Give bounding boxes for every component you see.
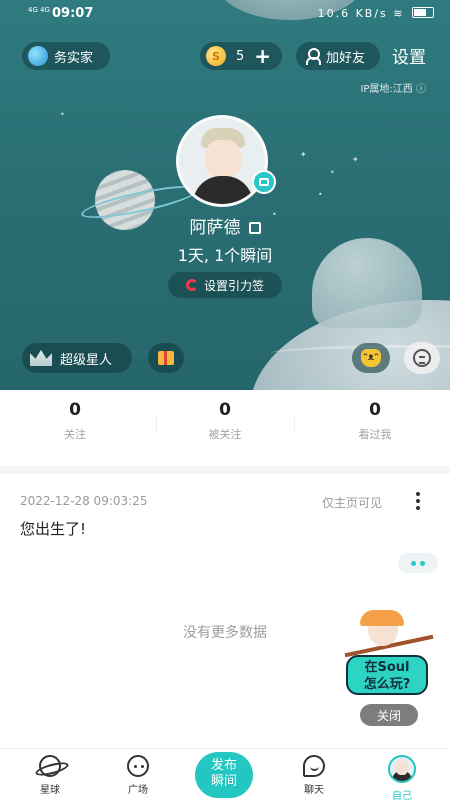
- nav-label: 聊天: [304, 785, 324, 796]
- nav-item-square[interactable]: 广场: [108, 755, 168, 796]
- crown-icon: [30, 350, 52, 366]
- stat-value: 0: [219, 400, 231, 420]
- stat-label: 关注: [64, 428, 86, 441]
- nav-item-planet[interactable]: 星球: [20, 755, 80, 796]
- coin-stack-icon: [413, 349, 431, 367]
- add-friend-button[interactable]: 加好友: [296, 42, 380, 70]
- promo-line2: 怎么玩?: [363, 677, 411, 692]
- publish-line2: 瞬间: [210, 774, 237, 789]
- battery-icon: [412, 7, 434, 18]
- profile-summary: 1天, 1个瞬间: [177, 246, 273, 265]
- nav-item-chat[interactable]: 聊天: [284, 755, 344, 796]
- stat-value: 0: [369, 400, 381, 420]
- star-decoration: ✦: [352, 155, 359, 164]
- coin-count: 5: [236, 48, 245, 64]
- add-friend-label: 加好友: [326, 50, 366, 66]
- planet-badge-icon: [28, 46, 48, 66]
- gift-icon: [158, 351, 174, 365]
- magnet-icon: [185, 279, 198, 291]
- nav-label: 自己: [392, 791, 412, 800]
- nav-label: 广场: [128, 785, 148, 796]
- stat-value: 0: [69, 400, 81, 420]
- username: 阿萨德: [0, 213, 450, 238]
- gravity-tag-label: 设置引力签: [203, 278, 264, 293]
- signal-icon: 4G 4G: [28, 6, 50, 14]
- status-time: 09:07: [52, 6, 94, 21]
- stats-bar: 0 关注 0 被关注 0 看过我: [0, 400, 450, 450]
- personality-badge-label: 务实家: [54, 50, 94, 66]
- post-date: 2022-12-28 09:03:25: [20, 494, 148, 508]
- star-decoration: •: [318, 190, 323, 199]
- avatar-icon: [388, 755, 416, 783]
- stat-followers[interactable]: 0 被关注: [150, 400, 300, 450]
- coins-button[interactable]: S 5 +: [200, 42, 282, 70]
- divider: [294, 414, 295, 434]
- add-person-icon: [306, 48, 322, 65]
- info-icon[interactable]: ⓘ: [416, 84, 426, 95]
- avatar[interactable]: [176, 115, 268, 207]
- coin-icon: S: [206, 46, 226, 66]
- planet-icon: [39, 755, 61, 777]
- ip-location: IP属地:江西 ⓘ: [360, 80, 426, 95]
- promo-line1: 在Soul: [364, 660, 410, 675]
- status-icons: 10.6 KB/s ≋: [318, 7, 434, 20]
- settings-button[interactable]: 设置: [392, 43, 426, 68]
- section-divider: [0, 466, 450, 474]
- nav-label: 星球: [40, 785, 60, 796]
- status-bar: 4G 4G 09:07 10.6 KB/s ≋: [0, 0, 450, 30]
- stat-following[interactable]: 0 关注: [0, 400, 150, 450]
- mood-cat-button[interactable]: ᵔᴥᵔ: [352, 343, 390, 373]
- set-gravity-tag-button[interactable]: 设置引力签: [168, 272, 282, 298]
- close-promo-button[interactable]: 关闭: [360, 704, 418, 726]
- edit-name-icon[interactable]: [248, 222, 261, 234]
- star-decoration: ✦: [300, 150, 307, 159]
- post-interaction-button[interactable]: [398, 553, 438, 573]
- star-decoration: •: [330, 168, 335, 177]
- username-text: 阿萨德: [189, 218, 241, 238]
- gift-button[interactable]: [148, 343, 184, 373]
- divider: [156, 414, 157, 434]
- star-decoration: •: [60, 110, 65, 119]
- profile-header-background: ✦ • ✦ • • • 4G 4G 09:07 10.6 KB/s ≋ 务实家 …: [0, 0, 450, 390]
- post-text: 您出生了!: [20, 520, 87, 538]
- avatar-edit-icon[interactable]: [252, 170, 276, 194]
- more-options-icon[interactable]: [412, 492, 424, 510]
- stat-label: 被关注: [208, 428, 242, 441]
- coin-stack-button[interactable]: [404, 342, 440, 374]
- ip-location-text: IP属地:江西: [360, 84, 413, 95]
- super-star-label: 超级星人: [60, 352, 113, 368]
- publish-moment-button[interactable]: 发布 瞬间: [195, 752, 253, 798]
- post-visibility: 仅主页可见: [322, 496, 383, 510]
- publish-line1: 发布: [210, 758, 237, 773]
- square-icon: [127, 755, 149, 777]
- stat-label: 看过我: [358, 428, 392, 441]
- super-star-button[interactable]: 超级星人: [22, 343, 132, 373]
- nav-item-me[interactable]: 自己: [372, 755, 432, 800]
- cat-face-icon: ᵔᴥᵔ: [361, 349, 381, 367]
- personality-badge-button[interactable]: 务实家: [22, 42, 110, 70]
- network-speed: 10.6 KB/s: [317, 7, 388, 20]
- chat-icon: [303, 755, 325, 777]
- promo-how-to-play-button[interactable]: 在Soul 怎么玩?: [346, 655, 428, 695]
- stat-visitors[interactable]: 0 看过我: [300, 400, 450, 450]
- wifi-icon: ≋: [393, 7, 405, 20]
- add-coins-icon: +: [254, 44, 272, 68]
